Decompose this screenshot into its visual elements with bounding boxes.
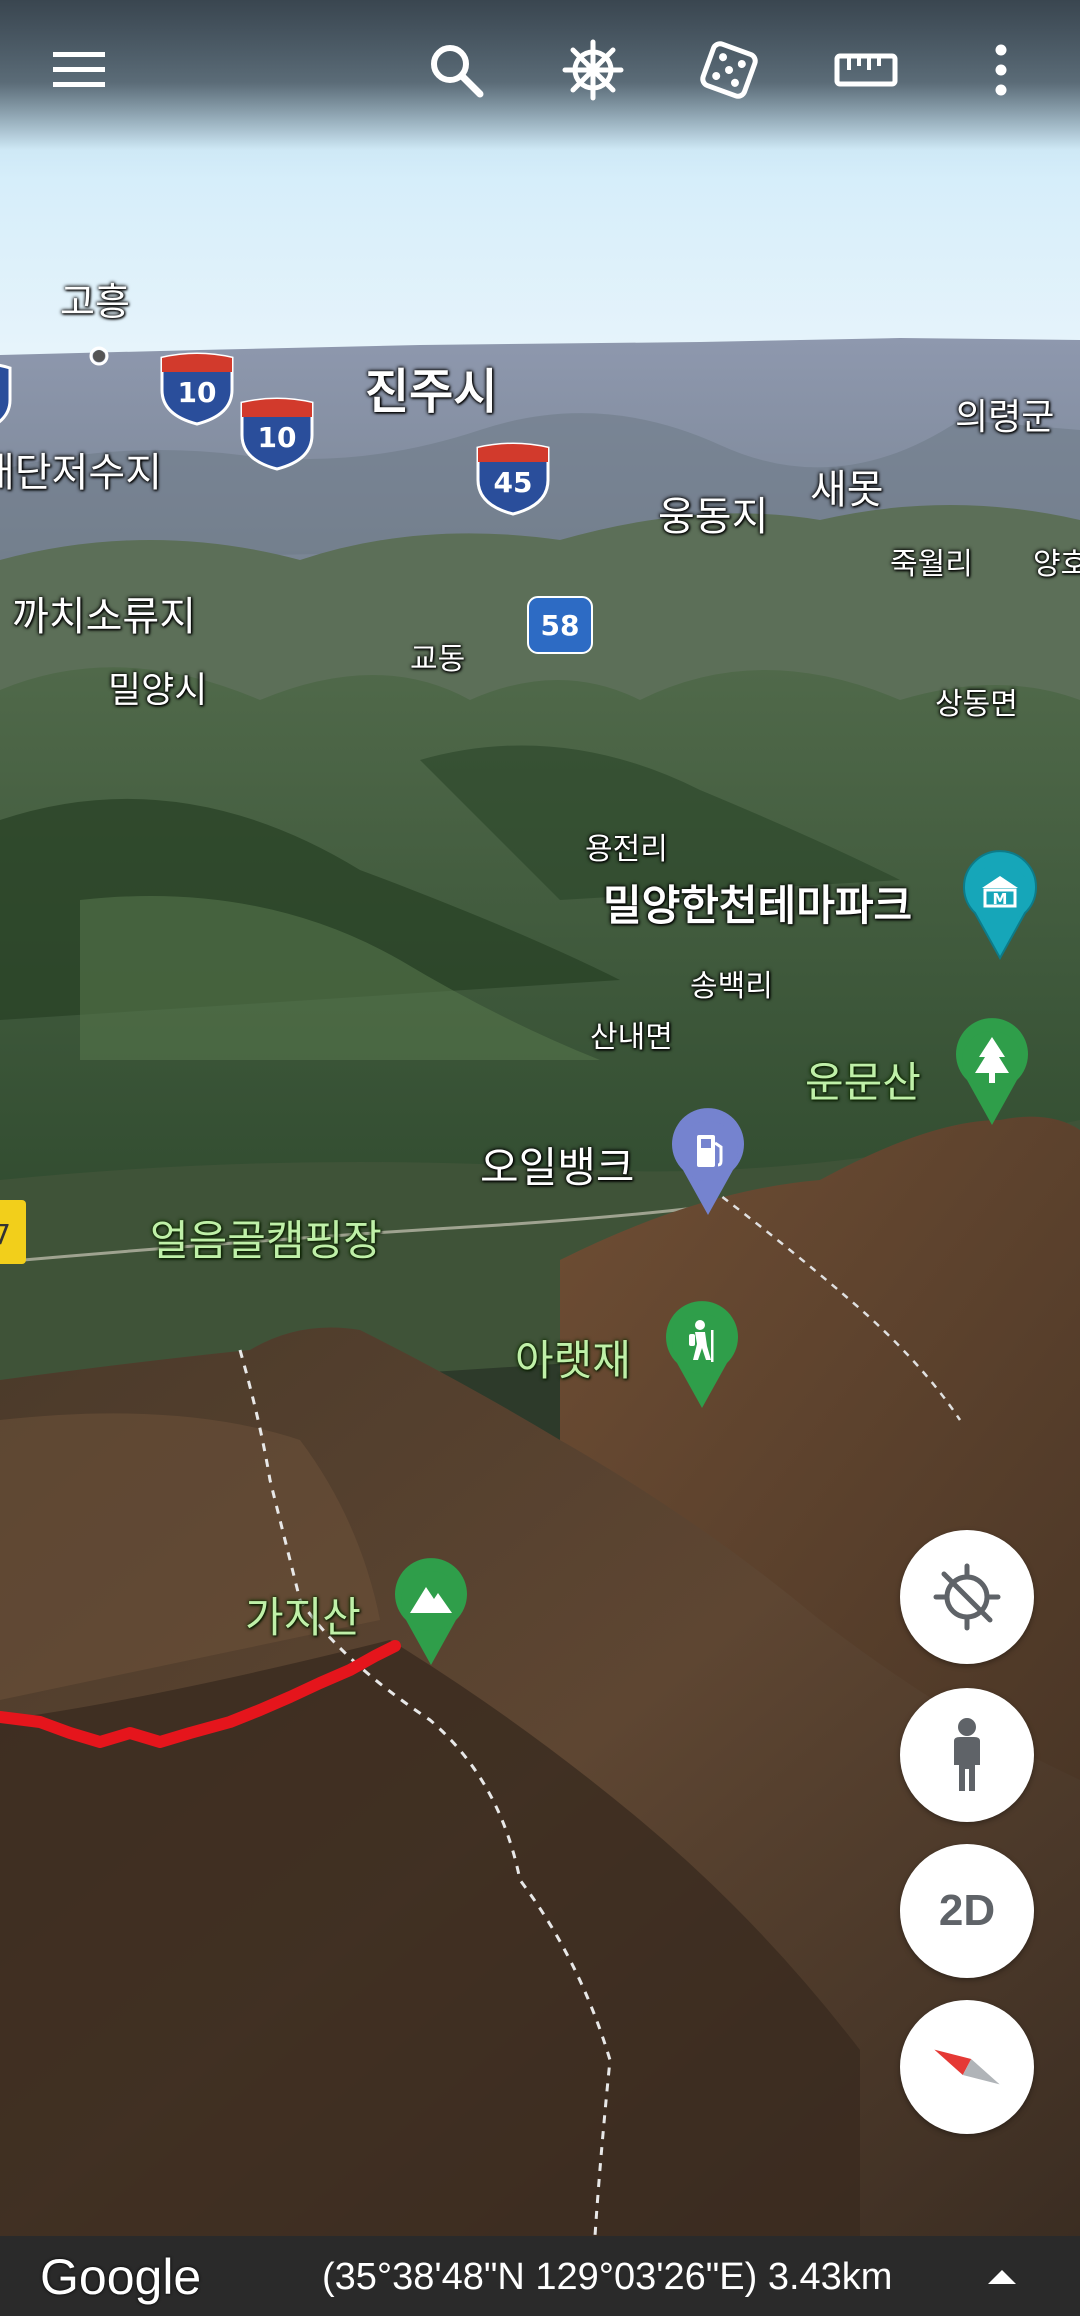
label-unmunsan[interactable]: 운문산 [805,1062,921,1104]
coordinates-readout: (35°38'48"N 129°03'26"E) 3.43km [322,2256,893,2298]
town-dot-fill [93,350,105,362]
shield-number: 45 [494,466,533,499]
pegman-icon [954,1718,980,1791]
label-araetjae[interactable]: 아랫재 [515,1340,631,1382]
top-toolbar [0,0,1080,150]
view-mode-toggle[interactable]: 2D [900,1844,1034,1978]
search-icon [431,45,484,98]
shield-number: 10 [258,421,297,454]
label-kkachisoryuji: 까치소류지 [12,594,196,640]
interstate-10-shield-b: 10 [240,397,314,471]
status-bar: Google (35°38'48"N 129°03'26"E) 3.43km [0,2236,1080,2316]
voyager-button[interactable] [553,30,633,110]
label-ungdongji: 웅동지 [658,494,769,540]
label-songbaekri: 송백리 [690,969,773,1004]
label-gyodong: 교동 [410,642,466,677]
shield-number: 58 [541,609,580,642]
label-saemot: 새못 [810,467,884,513]
route-58-shield: 58 [527,596,593,654]
caret-up-icon [988,2270,1016,2284]
google-logo: Google [40,2249,202,2305]
dice-icon [700,41,758,99]
label-sangdongmyeon: 상동면 [935,687,1018,722]
compass-button[interactable] [900,2000,1034,2134]
ship-wheel-icon [562,39,624,101]
label-oilbank[interactable]: 오일뱅크 [480,1147,635,1189]
label-yongjeonri: 용전리 [585,832,668,867]
label-sannaemyeon: 산내면 [590,1020,673,1055]
interstate-45-shield: 45 [476,442,550,516]
label-jinju: 진주시 [365,364,498,420]
label-jukwolri: 죽월리 [890,547,973,582]
more-vertical-icon [995,44,1007,96]
feeling-lucky-button[interactable] [689,30,769,110]
more-options-button[interactable] [961,30,1041,110]
label-miryang: 밀양시 [108,670,208,711]
label-reservoir-edge: 대단저수지 [0,450,162,496]
label-goheung: 고흥 [60,280,130,324]
hamburger-menu-icon [53,52,105,87]
my-location-button[interactable] [900,1530,1034,1664]
interstate-10-shield-a: 10 [160,352,234,426]
measure-button[interactable] [826,30,906,110]
search-button[interactable] [416,30,496,110]
compass-icon [934,2049,1000,2085]
shield-number: 7 [0,1218,11,1251]
view-mode-label: 2D [938,1886,996,1935]
menu-button[interactable] [39,30,119,110]
label-uiryeong: 의령군 [955,397,1055,438]
label-miryang-themepark[interactable]: 밀양한천테마파크 [603,885,912,927]
location-disabled-icon [933,1563,1001,1631]
label-gajisan[interactable]: 가지산 [245,1597,361,1639]
label-eoreumgol-camping[interactable]: 얼음골캠핑장 [150,1220,382,1262]
street-view-button[interactable] [900,1688,1034,1822]
svg-text:M: M [993,890,1008,908]
ruler-icon [834,53,898,87]
info-expand-button[interactable] [982,2258,1022,2294]
label-yangho: 양호 [1033,547,1080,582]
shield-number: 10 [178,376,217,409]
route-7-shield: 7 [0,1200,26,1264]
